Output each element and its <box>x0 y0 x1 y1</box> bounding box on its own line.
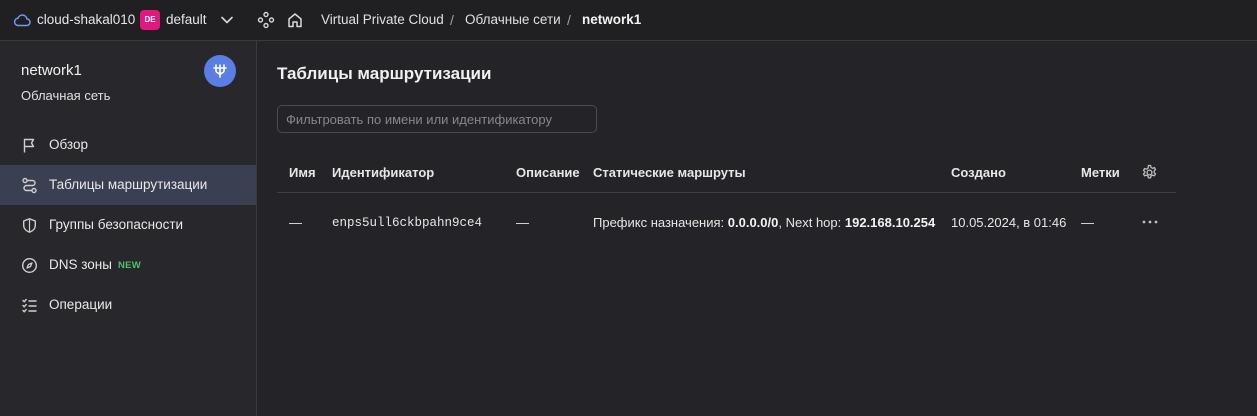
cell-description: — <box>516 215 529 230</box>
cloud-selector[interactable]: cloud-shakal010 <box>37 12 135 27</box>
column-header-labels[interactable]: Метки <box>1081 165 1120 180</box>
sidebar-item-overview[interactable]: Обзор <box>0 125 256 165</box>
gear-icon[interactable] <box>1141 164 1158 181</box>
column-header-id[interactable]: Идентификатор <box>332 165 434 180</box>
column-header-created[interactable]: Создано <box>951 165 1006 180</box>
route-prefix-label: Префикс назначения: <box>593 215 728 230</box>
cell-name: — <box>289 215 302 230</box>
column-header-name[interactable]: Имя <box>289 165 316 180</box>
sidebar: network1 Облачная сеть Обзор Таблицы мар… <box>0 41 257 416</box>
breadcrumb-separator: / <box>450 12 454 28</box>
new-badge: NEW <box>118 260 142 271</box>
sidebar-item-label: Таблицы маршрутизации <box>49 177 208 192</box>
page-title: Таблицы маршрутизации <box>277 64 492 83</box>
network-title: network1 <box>21 62 82 79</box>
folder-selector[interactable]: default <box>166 12 207 27</box>
route-icon <box>22 177 37 194</box>
sidebar-item-security-groups[interactable]: Группы безопасности <box>0 205 256 245</box>
cell-created: 10.05.2024, в 01:46 <box>951 215 1067 230</box>
filter-input[interactable] <box>277 105 597 133</box>
column-header-description[interactable]: Описание <box>516 165 580 180</box>
column-header-static-routes[interactable]: Статические маршруты <box>593 165 746 180</box>
network-subtitle: Облачная сеть <box>21 88 111 103</box>
home-icon[interactable] <box>286 11 304 29</box>
list-icon <box>22 298 37 313</box>
breadcrumb-vpc[interactable]: Virtual Private Cloud <box>321 12 444 27</box>
cell-id[interactable]: enps5ull6ckbpahn9ce4 <box>332 216 482 230</box>
flag-icon <box>23 138 35 153</box>
sidebar-item-operations[interactable]: Операции <box>0 285 256 325</box>
breadcrumb-network: network1 <box>582 12 642 27</box>
table-header-divider <box>277 192 1176 193</box>
services-icon[interactable] <box>257 11 275 29</box>
cell-labels: — <box>1081 215 1094 230</box>
sidebar-item-dns-zones[interactable]: DNS зоны NEW <box>0 245 256 285</box>
cloud-icon <box>13 14 31 27</box>
network-avatar <box>204 55 236 87</box>
more-actions-icon[interactable] <box>1140 216 1160 228</box>
route-nexthop: 192.168.10.254 <box>844 215 936 230</box>
sidebar-item-label: Операции <box>49 297 113 312</box>
breadcrumb-separator: / <box>567 12 571 28</box>
sidebar-item-route-tables[interactable]: Таблицы маршрутизации <box>0 165 256 205</box>
chevron-down-icon[interactable] <box>219 13 235 27</box>
folder-badge: DE <box>140 10 160 30</box>
sidebar-item-label: Обзор <box>49 137 88 152</box>
top-bar: cloud-shakal010 DE default Virtual Priva… <box>0 0 1257 41</box>
cell-static-routes: Префикс назначения: 0.0.0.0/0, Next hop:… <box>593 215 935 230</box>
sidebar-item-label: Группы безопасности <box>49 217 184 232</box>
sidebar-item-label: DNS зоны <box>49 257 112 272</box>
network-icon <box>213 64 227 78</box>
route-nexthop-label: , Next hop: <box>778 215 845 230</box>
route-prefix: 0.0.0.0/0 <box>727 215 779 230</box>
shield-icon <box>23 218 36 233</box>
compass-icon <box>21 257 38 274</box>
breadcrumb-cloud-networks[interactable]: Облачные сети <box>465 12 561 27</box>
